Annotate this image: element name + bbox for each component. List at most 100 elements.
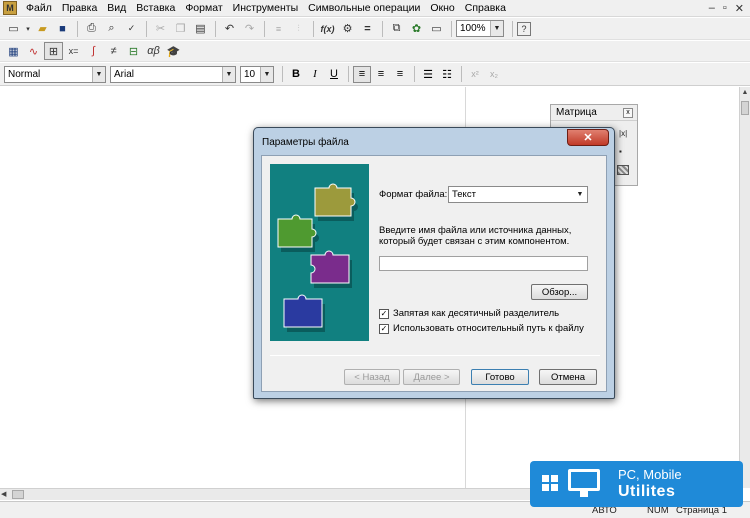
dialog-close-button[interactable]: ✕	[567, 129, 609, 146]
print-preview-icon[interactable]: ⌕	[102, 20, 121, 38]
graph-icon[interactable]: ∿	[24, 42, 43, 60]
chevron-down-icon[interactable]: ▼	[222, 66, 235, 82]
menu-format[interactable]: Формат	[180, 2, 227, 14]
bullet-list-icon[interactable]: ☰	[419, 66, 437, 83]
symbolic-icon[interactable]: 🎓	[164, 42, 183, 60]
menu-symbolics[interactable]: Символьные операции	[303, 2, 425, 14]
cut-icon[interactable]: ✂	[151, 20, 170, 38]
palette-close-icon[interactable]: x	[623, 108, 633, 118]
formatting-toolbar: Normal ▼ Arial ▼ 10 ▼ B I U ≡ ≡ ≡ ☰ ☷ x²…	[0, 63, 750, 86]
vertical-scrollbar[interactable]: ▲	[739, 87, 750, 488]
align-down-icon[interactable]: ⫶	[289, 20, 308, 38]
save-icon[interactable]: ■	[53, 20, 72, 38]
vector-norm-icon[interactable]: |x|	[619, 129, 627, 138]
menu-file[interactable]: Файл	[21, 2, 57, 14]
decimal-comma-option[interactable]: ✓ Запятая как десятичный разделитель	[379, 308, 559, 319]
relative-path-checkbox[interactable]: ✓	[379, 323, 389, 334]
relative-path-label: Использовать относительный путь к файлу	[393, 323, 584, 334]
menu-help[interactable]: Справка	[460, 2, 511, 14]
relative-path-option[interactable]: ✓ Использовать относительный путь к файл…	[379, 323, 584, 334]
next-button[interactable]: Далее >	[403, 369, 460, 385]
chevron-down-icon[interactable]: ▼	[490, 21, 503, 36]
resource-center-icon[interactable]: ✿	[407, 20, 426, 38]
window-controls: – ▫ ✕	[709, 2, 750, 15]
calculator-icon[interactable]: ▦	[4, 42, 23, 60]
insert-unit-icon[interactable]: ⚙	[338, 20, 357, 38]
scroll-left-icon[interactable]: ◀	[1, 490, 6, 498]
align-right-icon[interactable]: ≡	[391, 66, 409, 83]
toolbar-separator	[77, 20, 78, 37]
math-toolbar: ▦ ∿ ⊞ x= ∫ ≠ ⊟ αβ 🎓	[0, 41, 750, 62]
paste-icon[interactable]: ▤	[191, 20, 210, 38]
zoom-value: 100%	[460, 23, 486, 34]
menu-window[interactable]: Окно	[425, 2, 459, 14]
zoom-select[interactable]: 100% ▼	[456, 20, 504, 37]
puzzle-illustration	[270, 164, 369, 341]
numbered-list-icon[interactable]: ☷	[438, 66, 456, 83]
back-button[interactable]: < Назад	[344, 369, 400, 385]
bold-button[interactable]: B	[287, 66, 305, 83]
evaluation-icon[interactable]: x=	[64, 42, 83, 60]
finish-button[interactable]: Готово	[471, 369, 529, 385]
font-select[interactable]: Arial ▼	[110, 65, 236, 83]
menu-tools[interactable]: Инструменты	[228, 2, 303, 14]
filename-input[interactable]	[379, 256, 588, 271]
open-folder-icon[interactable]: ▰	[33, 20, 52, 38]
align-across-icon[interactable]: ≡	[269, 20, 288, 38]
calculus-icon[interactable]: ∫	[84, 42, 103, 60]
matrix-icon[interactable]: ⊞	[44, 42, 63, 60]
insert-function-icon[interactable]: f(x)	[318, 20, 337, 38]
superscript-icon[interactable]: x²	[466, 66, 484, 83]
style-select[interactable]: Normal ▼	[4, 65, 106, 83]
menu-edit[interactable]: Правка	[57, 2, 102, 14]
menu-insert[interactable]: Вставка	[131, 2, 180, 14]
scroll-up-icon[interactable]: ▲	[740, 87, 750, 99]
cancel-button[interactable]: Отмена	[539, 369, 597, 385]
file-format-select[interactable]: Текст ▼	[448, 186, 588, 203]
watermark-badge: PC, Mobile Utilites	[530, 461, 743, 507]
browse-button[interactable]: Обзор...	[531, 284, 588, 300]
decimal-comma-label: Запятая как десятичный разделитель	[393, 308, 560, 319]
calculate-icon[interactable]: =	[358, 20, 377, 38]
align-center-icon[interactable]: ≡	[372, 66, 390, 83]
subscript-icon[interactable]: x₂	[485, 66, 503, 83]
region-icon[interactable]: ▭	[427, 20, 446, 38]
toolbar-separator	[451, 20, 452, 37]
redo-icon[interactable]: ↷	[240, 20, 259, 38]
restore-icon[interactable]: ▫	[723, 2, 727, 15]
undo-icon[interactable]: ↶	[220, 20, 239, 38]
dialog-title: Параметры файла	[262, 137, 349, 148]
new-dropdown-icon[interactable]: ▾	[24, 20, 32, 38]
windows-logo-icon	[542, 475, 558, 491]
insert-component-icon[interactable]: ⧉	[387, 20, 406, 38]
spell-check-icon[interactable]: ✓	[122, 20, 141, 38]
chevron-down-icon[interactable]: ▼	[260, 66, 273, 82]
align-left-icon[interactable]: ≡	[353, 65, 371, 83]
standard-toolbar: ▭ ▾ ▰ ■ ⎙ ⌕ ✓ ✂ ❐ ▤ ↶ ↷ ≡ ⫶ f(x) ⚙ = ⧉ ✿…	[0, 18, 750, 40]
file-format-label: Формат файла:	[379, 189, 448, 200]
menu-view[interactable]: Вид	[102, 2, 131, 14]
transpose-icon[interactable]: ▪	[619, 147, 622, 156]
boolean-icon[interactable]: ≠	[104, 42, 123, 60]
chevron-down-icon[interactable]: ▼	[573, 187, 587, 202]
chevron-down-icon[interactable]: ▼	[92, 66, 105, 82]
horizontal-scroll-thumb[interactable]	[12, 490, 24, 499]
picture-icon[interactable]	[617, 165, 629, 175]
underline-button[interactable]: U	[325, 66, 343, 83]
vertical-scroll-thumb[interactable]	[741, 101, 749, 115]
close-icon[interactable]: ✕	[735, 2, 744, 15]
copy-icon[interactable]: ❐	[171, 20, 190, 38]
monitor-stand	[580, 491, 588, 497]
decimal-comma-checkbox[interactable]: ✓	[379, 308, 389, 319]
print-icon[interactable]: ⎙	[82, 20, 101, 38]
help-icon[interactable]: ?	[517, 21, 531, 36]
file-options-dialog: Параметры файла ✕ Формат файла: Текст ▼ …	[253, 127, 615, 399]
font-size-select[interactable]: 10 ▼	[240, 65, 274, 83]
greek-icon[interactable]: αβ	[144, 42, 163, 60]
new-document-icon[interactable]: ▭	[4, 20, 23, 38]
app-logo-icon[interactable]: M	[3, 1, 17, 15]
minimize-icon[interactable]: –	[709, 2, 715, 15]
style-value: Normal	[8, 68, 41, 80]
italic-button[interactable]: I	[306, 66, 324, 83]
programming-icon[interactable]: ⊟	[124, 42, 143, 60]
